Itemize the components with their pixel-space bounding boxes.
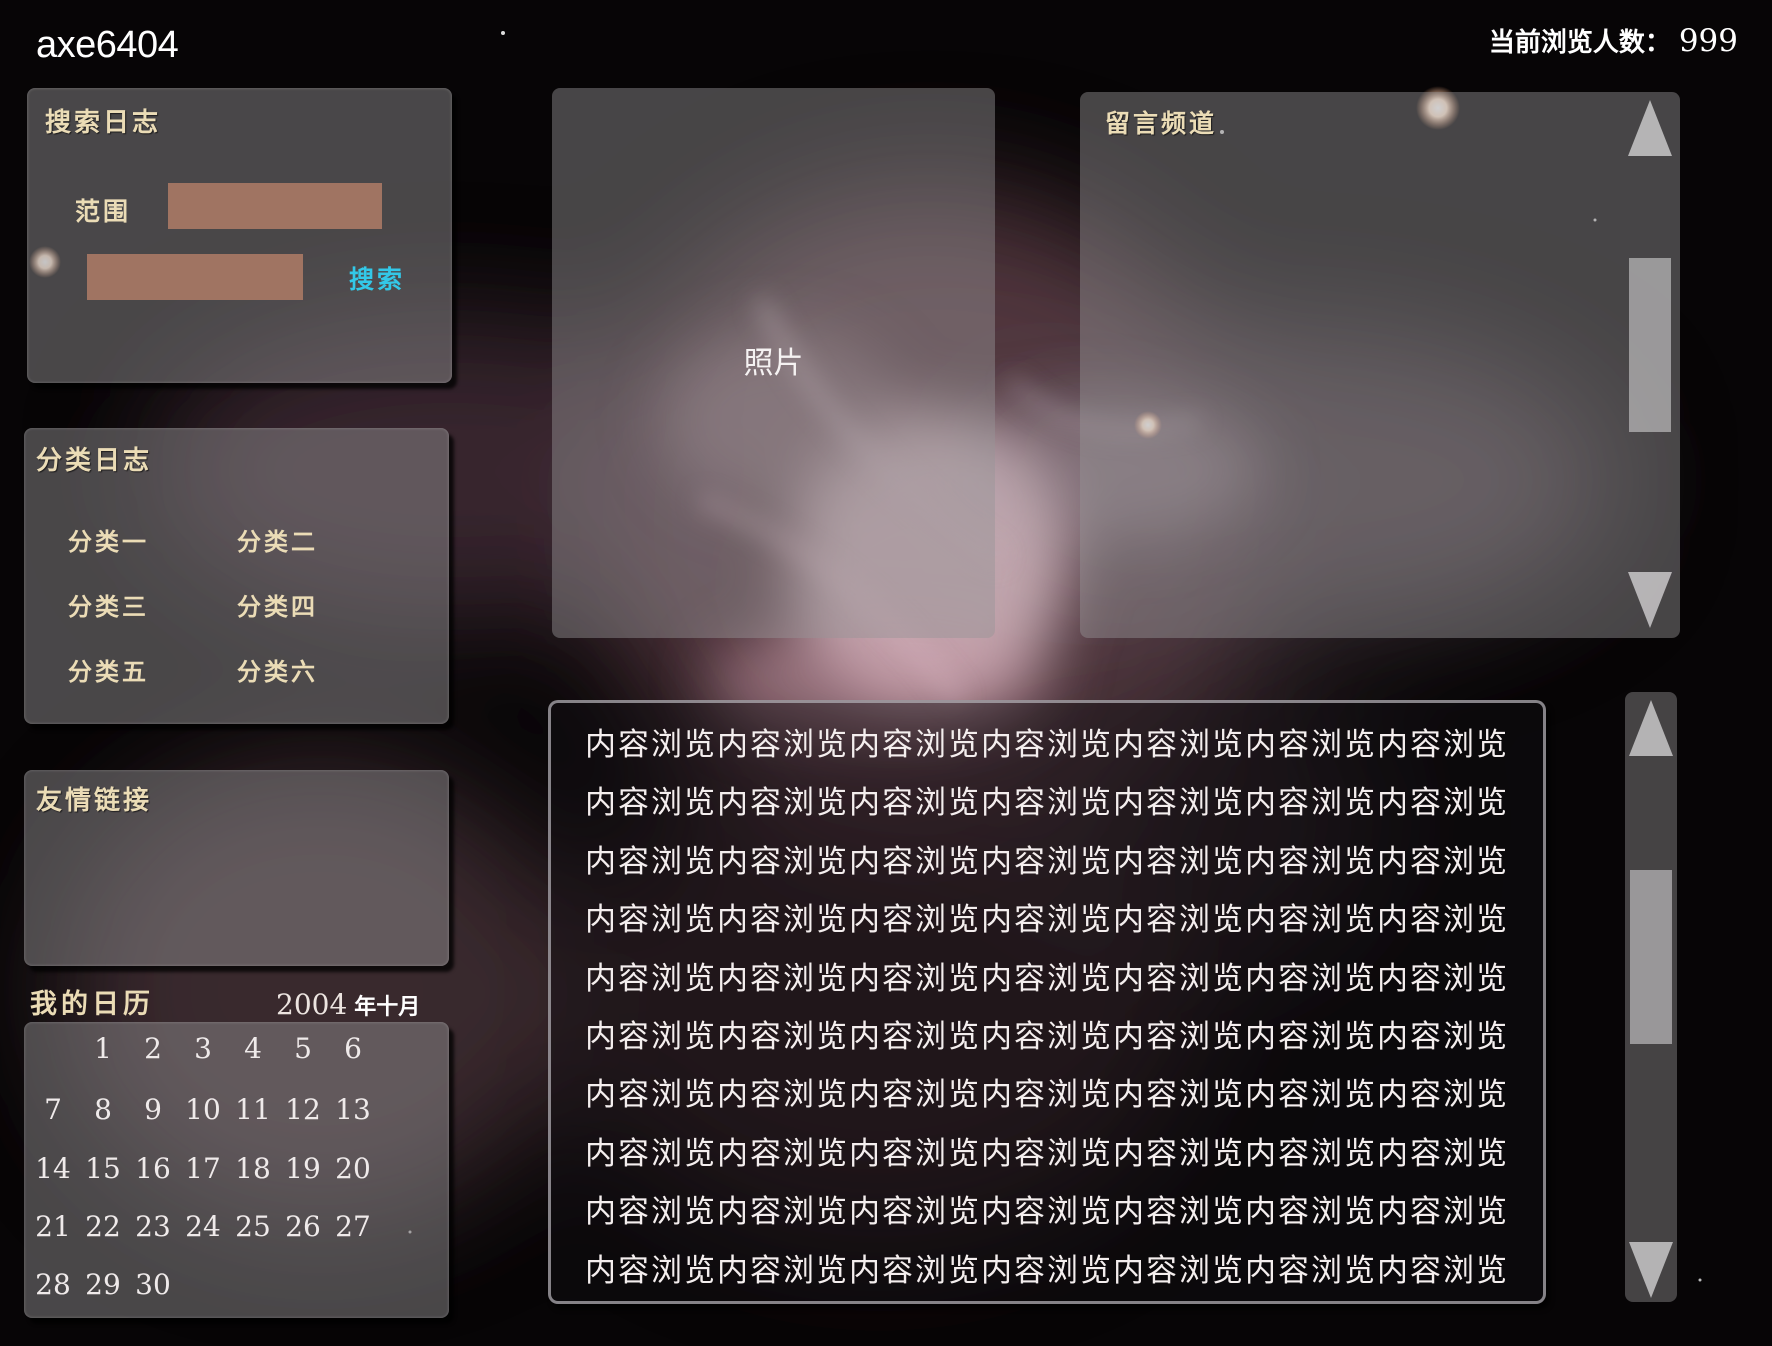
guestbook-scroll-up-icon[interactable] bbox=[1628, 100, 1672, 156]
search-panel: 搜索日志 范围 搜索 bbox=[27, 88, 452, 383]
content-line: 内容浏览内容浏览内容浏览内容浏览内容浏览内容浏览内容浏览 bbox=[585, 902, 1509, 939]
calendar-day[interactable]: 5 bbox=[278, 1032, 328, 1065]
content-panel: 内容浏览内容浏览内容浏览内容浏览内容浏览内容浏览内容浏览 内容浏览内容浏览内容浏览… bbox=[548, 700, 1546, 1304]
content-line: 内容浏览内容浏览内容浏览内容浏览内容浏览内容浏览内容浏览 bbox=[585, 1077, 1509, 1114]
search-keyword-input[interactable] bbox=[87, 254, 303, 300]
calendar-day[interactable]: 20 bbox=[328, 1152, 378, 1185]
category-link[interactable]: 分类四 bbox=[237, 587, 318, 622]
calendar-year: 2004 bbox=[276, 988, 348, 1021]
calendar-day[interactable]: 3 bbox=[178, 1032, 228, 1065]
visitor-count-label: 当前浏览人数： bbox=[1488, 28, 1671, 58]
calendar-day[interactable]: 17 bbox=[178, 1152, 228, 1185]
content-line: 内容浏览内容浏览内容浏览内容浏览内容浏览内容浏览内容浏览 bbox=[585, 843, 1509, 880]
calendar-day[interactable]: 12 bbox=[278, 1093, 328, 1126]
calendar-day[interactable]: 26 bbox=[278, 1210, 328, 1243]
calendar-day[interactable]: 27 bbox=[328, 1210, 378, 1243]
content-scrollbar-thumb[interactable] bbox=[1630, 870, 1672, 1044]
category-panel-title: 分类日志 bbox=[36, 446, 153, 476]
calendar-day[interactable]: 18 bbox=[228, 1152, 278, 1185]
content-scroll-down-icon[interactable] bbox=[1629, 1242, 1673, 1298]
calendar-month: 年十月 bbox=[354, 995, 421, 1020]
category-link[interactable]: 分类三 bbox=[68, 587, 149, 622]
friend-links-title: 友情链接 bbox=[36, 786, 153, 816]
content-line: 内容浏览内容浏览内容浏览内容浏览内容浏览内容浏览内容浏览 bbox=[585, 727, 1509, 763]
calendar-day[interactable]: 11 bbox=[228, 1093, 278, 1126]
guestbook-scrollbar-thumb[interactable] bbox=[1629, 258, 1671, 432]
calendar-day[interactable]: 28 bbox=[28, 1268, 78, 1301]
calendar-day[interactable]: 6 bbox=[328, 1032, 378, 1065]
calendar-day[interactable]: 24 bbox=[178, 1210, 228, 1243]
category-link[interactable]: 分类五 bbox=[68, 652, 149, 687]
search-panel-title: 搜索日志 bbox=[45, 108, 162, 138]
calendar-day[interactable]: 15 bbox=[78, 1152, 128, 1185]
range-input[interactable] bbox=[168, 183, 382, 229]
category-link[interactable]: 分类六 bbox=[237, 652, 318, 687]
content-line: 内容浏览内容浏览内容浏览内容浏览内容浏览内容浏览内容浏览 bbox=[585, 1135, 1509, 1172]
content-line: 内容浏览内容浏览内容浏览内容浏览内容浏览内容浏览内容浏览 bbox=[585, 1194, 1509, 1231]
category-link[interactable]: 分类一 bbox=[68, 522, 149, 557]
calendar-day[interactable]: 21 bbox=[28, 1210, 78, 1243]
calendar-day[interactable]: 10 bbox=[178, 1093, 228, 1126]
calendar-panel: 1 2 3 4 5 6 7 8 9 10 11 12 13 14 15 16 17 18 19 20 21 22 23 24 2… bbox=[24, 1022, 449, 1318]
calendar-day[interactable]: 19 bbox=[278, 1152, 328, 1185]
calendar-day[interactable]: 13 bbox=[328, 1093, 378, 1126]
calendar-day[interactable]: 29 bbox=[78, 1268, 128, 1301]
content-scrollbar[interactable] bbox=[1625, 692, 1677, 1302]
range-label: 范围 bbox=[75, 197, 132, 226]
calendar-day[interactable]: 23 bbox=[128, 1210, 178, 1243]
calendar-day[interactable]: 4 bbox=[228, 1032, 278, 1065]
calendar-day[interactable]: 8 bbox=[78, 1093, 128, 1126]
site-name: axe6404 bbox=[36, 24, 179, 66]
content-line: 内容浏览内容浏览内容浏览内容浏览内容浏览内容浏览内容浏览 bbox=[585, 1252, 1509, 1289]
content-line: 内容浏览内容浏览内容浏览内容浏览内容浏览内容浏览内容浏览 bbox=[585, 1019, 1509, 1055]
content-line: 内容浏览内容浏览内容浏览内容浏览内容浏览内容浏览内容浏览 bbox=[585, 785, 1509, 822]
category-panel: 分类日志 分类一 分类二 分类三 分类四 分类五 分类六 bbox=[24, 428, 449, 724]
content-line: 内容浏览内容浏览内容浏览内容浏览内容浏览内容浏览内容浏览 bbox=[585, 960, 1509, 997]
calendar-title: 我的日历 bbox=[30, 989, 154, 1020]
photo-label: 照片 bbox=[743, 346, 804, 381]
calendar-day[interactable]: 14 bbox=[28, 1152, 78, 1185]
calendar-day[interactable]: 9 bbox=[128, 1093, 178, 1126]
guestbook-panel: 留言频道 bbox=[1080, 92, 1680, 638]
calendar-day[interactable]: 1 bbox=[78, 1032, 128, 1065]
calendar-month-label: 2004 年十月 bbox=[276, 988, 420, 1021]
photo-panel: 照片 bbox=[552, 88, 995, 638]
calendar-day[interactable]: 16 bbox=[128, 1152, 178, 1185]
calendar-day[interactable]: 25 bbox=[228, 1210, 278, 1243]
guestbook-title: 留言频道 bbox=[1105, 109, 1218, 138]
visitor-counter: 当前浏览人数： 999 bbox=[1489, 22, 1738, 59]
visitor-count: 999 bbox=[1678, 23, 1738, 59]
content-scroll-up-icon[interactable] bbox=[1629, 700, 1673, 756]
friend-links-panel: 友情链接 bbox=[24, 770, 449, 966]
search-button[interactable]: 搜索 bbox=[349, 260, 405, 296]
calendar-day[interactable]: 7 bbox=[28, 1093, 78, 1126]
calendar-day[interactable]: 30 bbox=[128, 1268, 178, 1301]
calendar-day[interactable]: 22 bbox=[78, 1210, 128, 1243]
calendar-day[interactable]: 2 bbox=[128, 1032, 178, 1065]
category-link[interactable]: 分类二 bbox=[237, 522, 318, 557]
guestbook-scroll-down-icon[interactable] bbox=[1628, 572, 1672, 628]
